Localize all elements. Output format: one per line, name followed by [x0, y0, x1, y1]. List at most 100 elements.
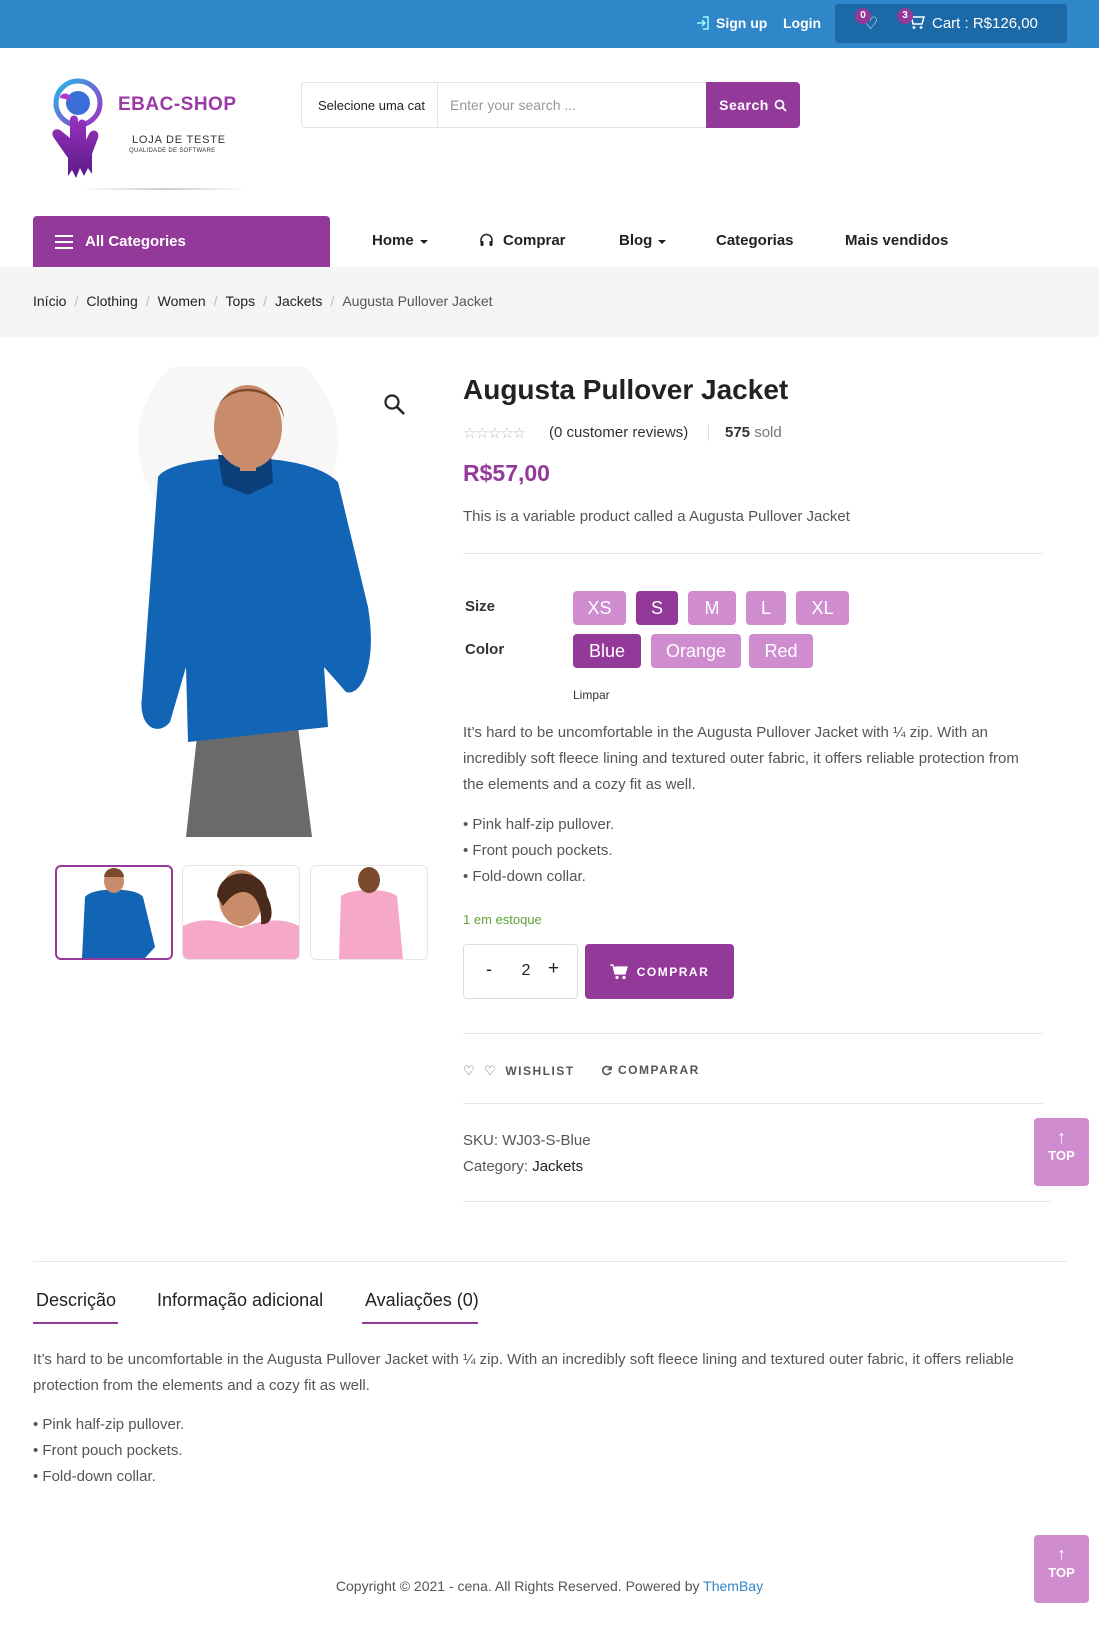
signup-link[interactable]: Sign up: [696, 15, 767, 31]
divider: [463, 1033, 1043, 1034]
size-option-xl[interactable]: XL: [796, 591, 849, 625]
divider: [463, 1201, 1051, 1202]
nav-blog[interactable]: Blog: [619, 232, 667, 249]
nav-blog-label: Blog: [619, 232, 653, 249]
tab-avaliacoes[interactable]: Avaliações (0): [365, 1290, 479, 1311]
qty-increase-button[interactable]: +: [548, 958, 559, 980]
menu-icon: [55, 234, 73, 249]
divider: [463, 553, 1043, 554]
size-option-s[interactable]: S: [636, 591, 678, 625]
color-option-orange[interactable]: Orange: [651, 634, 741, 668]
logo-subtagline: QUALIDADE DE SOFTWARE: [129, 148, 216, 154]
tab-descricao[interactable]: Descrição: [36, 1290, 116, 1311]
chevron-down-icon: [419, 239, 428, 244]
chevron-down-icon: [658, 239, 667, 244]
nav-home-label: Home: [372, 232, 414, 249]
divider: [708, 425, 709, 441]
sold-count: 575 sold: [725, 424, 782, 441]
all-categories-label: All Categories: [85, 233, 186, 250]
reviews-link[interactable]: (0 customer reviews): [549, 424, 688, 441]
footer-link[interactable]: ThemBay: [703, 1578, 763, 1594]
rating-stars: ☆☆☆☆☆: [463, 425, 526, 442]
refresh-icon: [602, 1065, 612, 1075]
size-option-l[interactable]: L: [746, 591, 786, 625]
signup-label: Sign up: [716, 15, 768, 31]
color-option-blue[interactable]: Blue: [573, 634, 641, 668]
category-label: Category:: [463, 1158, 529, 1175]
category-select[interactable]: Selecione uma cat: [318, 98, 425, 113]
back-to-top-label: TOP: [1048, 1148, 1075, 1163]
add-to-cart-label: COMPRAR: [636, 964, 710, 979]
breadcrumb: Início / Clothing / Women / Tops / Jackets / …: [33, 293, 493, 309]
logo-brand: EBAC-SHOP: [118, 94, 237, 115]
category-link[interactable]: Jackets: [532, 1158, 583, 1175]
product-price: R$57,00: [463, 460, 550, 486]
nav-comprar[interactable]: Comprar: [479, 232, 566, 249]
copyright-text: Copyright © 2021 - cena. All Rights Rese…: [335, 1578, 700, 1594]
tab-informacao-adicional[interactable]: Informação adicional: [157, 1290, 323, 1311]
short-description: This is a variable product called a Augu…: [463, 508, 850, 525]
zoom-icon[interactable]: [383, 393, 407, 417]
breadcrumb-item[interactable]: Início: [33, 293, 66, 309]
search-icon: [774, 99, 787, 112]
tab-description-text: It’s hard to be uncomfortable in the Aug…: [33, 1351, 1014, 1394]
search-input[interactable]: [450, 89, 705, 121]
product-description: It’s hard to be uncomfortable in the Aug…: [463, 720, 1043, 798]
arrow-up-icon: ↑: [1057, 1544, 1066, 1564]
breadcrumb-item[interactable]: Women: [158, 293, 206, 309]
nav-categorias[interactable]: Categorias: [716, 232, 794, 249]
search-button-label: Search: [719, 97, 769, 113]
arrow-up-icon: ↑: [1057, 1127, 1066, 1147]
logo-tagline: LOJA DE TESTE: [132, 134, 226, 146]
category: Category: Jackets: [463, 1158, 583, 1175]
compare-label: COMPARAR: [618, 1063, 700, 1077]
signin-icon: [697, 16, 709, 30]
nav-home[interactable]: Home: [372, 232, 428, 249]
nav-mais-vendidos[interactable]: Mais vendidos: [845, 232, 948, 249]
size-option-xs[interactable]: XS: [573, 591, 626, 625]
search-button[interactable]: Search: [706, 82, 800, 128]
sku-label: SKU:: [463, 1132, 499, 1149]
clear-selection-link[interactable]: Limpar: [573, 688, 610, 702]
cart-total[interactable]: Cart : R$126,00: [932, 15, 1038, 32]
footer: Copyright © 2021 - cena. All Rights Rese…: [0, 1578, 1099, 1594]
site-logo[interactable]: EBAC-SHOP LOJA DE TESTE QUALIDADE DE SOF…: [40, 78, 250, 196]
sold-count-label: sold: [754, 424, 782, 441]
wishlist-count-badge: 0: [855, 8, 871, 24]
product-title: Augusta Pullover Jacket: [463, 374, 789, 405]
tab-underline: [362, 1322, 478, 1324]
divider: [463, 1103, 1043, 1104]
color-label: Color: [465, 641, 505, 658]
sku: SKU: WJ03-S-Blue: [463, 1132, 591, 1149]
product-thumbnail[interactable]: [182, 865, 300, 960]
cart-count-badge: 3: [897, 8, 913, 24]
color-option-red[interactable]: Red: [749, 634, 813, 668]
breadcrumb-item[interactable]: Jackets: [275, 293, 322, 309]
breadcrumb-item[interactable]: Tops: [226, 293, 256, 309]
sold-count-value: 575: [725, 424, 751, 441]
top-bar: Sign up Login ♡ 0 3 Cart : R$126,00: [0, 0, 1099, 48]
headset-icon: [480, 233, 493, 246]
compare-link[interactable]: COMPARAR: [601, 1063, 700, 1077]
feature-bullet: • Pink half-zip pullover.: [463, 816, 615, 833]
feature-bullet: • Front pouch pockets.: [33, 1442, 183, 1459]
login-link[interactable]: Login: [783, 15, 821, 31]
add-to-wishlist-link[interactable]: ♡ ♡ WISHLIST: [463, 1063, 575, 1079]
breadcrumb-item[interactable]: Clothing: [86, 293, 137, 309]
logo-underline: [80, 188, 250, 190]
wishlist-label: WISHLIST: [505, 1064, 575, 1078]
product-main-image[interactable]: [128, 342, 408, 842]
description-line: incredibly soft fleece lining and textur…: [463, 750, 1019, 767]
back-to-top-button[interactable]: ↑ TOP: [1034, 1118, 1089, 1186]
size-option-m[interactable]: M: [688, 591, 736, 625]
qty-decrease-button[interactable]: -: [486, 959, 492, 980]
heart-icon: ♡: [484, 1063, 498, 1078]
product-thumbnail[interactable]: [310, 865, 428, 960]
mini-cart[interactable]: ♡ 0 3 Cart : R$126,00: [835, 4, 1067, 43]
quantity-input[interactable]: [514, 957, 538, 985]
all-categories-button[interactable]: All Categories: [33, 216, 330, 267]
add-to-cart-button[interactable]: COMPRAR: [585, 944, 734, 999]
product-thumbnail[interactable]: [55, 865, 173, 960]
sku-value: WJ03-S-Blue: [502, 1132, 591, 1149]
description-line: It’s hard to be uncomfortable in the Aug…: [463, 724, 989, 741]
